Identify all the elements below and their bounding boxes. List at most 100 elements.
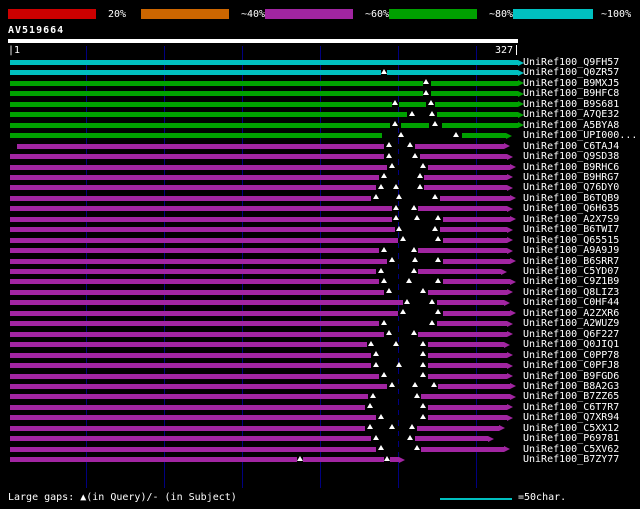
hit-label[interactable]: UniRef100_B9FGD6 [523, 371, 619, 382]
hit-bar[interactable] [9, 457, 400, 463]
query-gap-marker-icon [377, 445, 384, 451]
query-gap-marker-icon [385, 142, 392, 148]
hit-label[interactable]: UniRef100_Q9SD38 [523, 152, 619, 162]
legend-color-swatch [141, 9, 229, 19]
query-gap-marker-icon [373, 194, 380, 200]
hit-bar[interactable] [9, 112, 518, 118]
hit-arrow-tip [510, 258, 517, 265]
hit-arrow-tip [507, 226, 514, 233]
hit-bar[interactable] [9, 70, 518, 76]
hit-bar[interactable] [9, 331, 508, 337]
hit-arrow-tip [499, 425, 506, 432]
hit-arrow-tip [503, 446, 510, 453]
hit-label[interactable]: UniRef100_C9Z1B9 [523, 277, 619, 287]
hit-bar[interactable] [9, 154, 508, 160]
query-gap-marker-icon [380, 277, 387, 283]
hit-arrow-tip [507, 174, 514, 181]
query-gap-marker-icon [377, 413, 384, 419]
hit-bar[interactable] [9, 363, 508, 369]
hit-label[interactable]: UniRef100_B9RHC6 [523, 162, 619, 173]
query-gap-marker-icon [396, 225, 403, 231]
hit-label[interactable]: UniRef100_Q0JIQ1 [523, 340, 619, 350]
query-gap-marker-icon [410, 246, 417, 252]
query-gap-marker-icon [385, 152, 392, 158]
hit-arrow-tip [503, 341, 510, 348]
hit-bar[interactable] [9, 185, 508, 191]
query-gap-marker-icon [408, 110, 415, 116]
hit-bar[interactable] [9, 373, 508, 379]
hit-bar[interactable] [9, 164, 511, 170]
legend-label: 20% [108, 9, 127, 20]
hit-arrow-tip [507, 320, 514, 327]
query-gap-marker-icon [388, 163, 395, 168]
hit-label[interactable]: UniRef100_Q7XR94 [523, 413, 619, 423]
hit-label[interactable]: UniRef100_P69781 [523, 434, 619, 444]
hit-bar[interactable] [9, 436, 489, 442]
query-gap-marker-icon [373, 351, 380, 357]
hit-label[interactable]: UniRef100_B7ZY77 [523, 455, 619, 465]
hit-label[interactable]: UniRef100_A7QE32 [523, 110, 619, 120]
hit-bar[interactable] [9, 101, 518, 107]
hit-arrow-tip [507, 237, 514, 244]
hit-arrow-tip [500, 268, 507, 275]
hit-bar[interactable] [9, 404, 508, 410]
query-gap-marker-icon [452, 131, 459, 137]
hit-bar[interactable] [9, 206, 508, 212]
hit-bar[interactable] [9, 248, 508, 254]
hit-bar[interactable] [9, 122, 518, 128]
hit-label[interactable]: UniRef100_B6TWI7 [523, 225, 619, 235]
hit-label[interactable]: UniRef100_C0PFJ8 [523, 361, 619, 371]
hit-bar[interactable] [17, 143, 504, 149]
hit-label[interactable]: UniRef100_B9HFC8 [523, 89, 619, 99]
query-gap-marker-icon [391, 121, 398, 127]
hit-arrow-tip [507, 331, 514, 338]
hit-bar[interactable] [9, 60, 518, 65]
hit-bar[interactable] [9, 289, 508, 295]
query-gap-marker-icon [419, 288, 426, 294]
hit-bar[interactable] [9, 342, 504, 348]
hit-bar[interactable] [9, 394, 511, 400]
hit-label[interactable]: UniRef100_Q6H635 [523, 204, 619, 214]
query-gap-marker-icon [380, 173, 387, 179]
hit-bar[interactable] [9, 446, 504, 452]
query-gap-marker-icon [380, 319, 387, 325]
query-gap-marker-icon [410, 330, 417, 336]
hit-arrow-tip [510, 195, 517, 202]
query-gap-marker-icon [429, 298, 436, 304]
hit-arrow-tip [507, 205, 514, 212]
query-bar [8, 39, 518, 43]
hit-label[interactable]: UniRef100_C0HF44 [523, 298, 619, 308]
legend-label: ~40% [241, 9, 266, 20]
hit-label[interactable]: UniRef100_Q0ZR57 [523, 68, 619, 78]
hit-bar[interactable] [9, 80, 518, 86]
hit-label[interactable]: UniRef100_A2WUZ9 [523, 319, 619, 329]
hit-arrow-tip [510, 164, 517, 170]
query-gap-marker-icon [416, 173, 423, 179]
query-gap-marker-icon [366, 403, 373, 409]
hit-bar[interactable] [9, 425, 500, 431]
gaps-note: Large gaps: ▲(in Query)/- (in Subject) [8, 492, 237, 503]
hit-arrow-tip [510, 393, 517, 400]
query-gap-marker-icon [369, 392, 376, 398]
query-gap-marker-icon [419, 372, 426, 377]
query-gap-marker-icon [408, 424, 415, 430]
hit-label[interactable]: UniRef100_Q76DY0 [523, 183, 619, 193]
hit-bar[interactable] [9, 415, 508, 421]
query-gap-marker-icon [368, 340, 375, 346]
query-gap-marker-icon [416, 183, 423, 189]
legend-label: ~100% [601, 9, 632, 20]
hit-label[interactable]: UniRef100_A9A9J9 [523, 246, 619, 256]
hit-bar[interactable] [9, 91, 518, 97]
hit-bar[interactable] [9, 174, 508, 180]
query-gap-marker-icon [393, 204, 400, 210]
hit-bar[interactable] [9, 352, 508, 358]
query-gap-marker-icon [435, 215, 442, 221]
query-gap-marker-icon [383, 455, 390, 461]
hit-bar[interactable] [9, 269, 501, 274]
hit-label[interactable]: UniRef100_UPI000... [523, 131, 637, 141]
query-gap-marker-icon [422, 89, 429, 95]
hit-arrow-tip [507, 373, 514, 379]
hit-label[interactable]: UniRef100_B7ZZ65 [523, 392, 619, 402]
hit-arrow-tip [507, 153, 514, 160]
hit-arrow-tip [507, 352, 514, 359]
